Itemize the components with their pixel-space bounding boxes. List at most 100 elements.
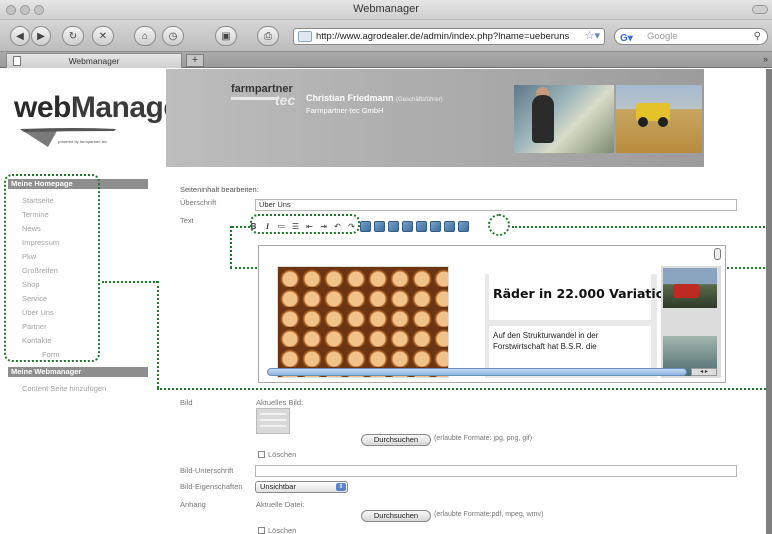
source-icon[interactable] [458,220,469,232]
browser-toolbar: ◀ ▶ ↻ ✕ ⌂ ◷ ▣ ⎙ http://www.agrodealer.de… [0,20,772,52]
window-title: Webmanager [353,3,419,15]
farmpartner-logo: farmpartner tec [231,83,299,111]
webmanager-logo: webManager powered by farmpartner-tec [0,69,191,175]
delete-file-checkbox[interactable] [258,527,265,534]
clock-icon: ◷ [168,30,178,42]
back-arrow-icon: ◀ [16,30,24,42]
logo-tagline: powered by farmpartner-tec [58,139,108,144]
editor-horizontal-scrollbar[interactable] [267,368,687,376]
toolbar-toggle-button[interactable] [752,5,768,14]
browse-file-button[interactable]: Durchsuchen [361,510,431,522]
header-photo-business [514,85,614,153]
bold-button[interactable]: B [248,221,259,232]
unordered-list-icon[interactable]: ☰ [290,221,301,232]
delete-image-checkbox[interactable] [258,451,265,458]
bookmark-star-icon[interactable]: ☆▾ [585,29,600,44]
highlight-image-button [488,214,510,236]
anchor-icon[interactable] [388,220,399,232]
highlight-connector [157,281,159,388]
site-icon [298,31,312,42]
search-placeholder: Google [647,31,678,42]
print-icon: ⎙ [264,30,272,42]
editor-image-logs [277,266,449,378]
scroll-arrows-icon[interactable]: ◂ ▸ [691,368,717,376]
select-arrows-icon: ⇕ [336,483,346,491]
delete-image-label: Löschen [268,450,297,459]
screen-button[interactable]: ▣ [215,26,237,46]
forward-button[interactable]: ▶ [31,26,51,46]
address-bar[interactable]: http://www.agrodealer.de/admin/index.php… [293,28,605,45]
form-heading: Seiteninhalt bearbeiten: [180,185,259,194]
browser-window: Webmanager ◀ ▶ ↻ ✕ ⌂ ◷ ▣ ⎙ http://www.ag… [0,0,772,534]
select-value: Unsichtbar [260,482,296,491]
contact-name: Christian Friedmann (Geschäftsführer) [306,93,443,103]
home-icon: ⌂ [141,30,149,42]
undo-icon[interactable]: ↶ [332,221,343,232]
highlight-connector [512,226,769,228]
link-icon[interactable] [360,220,371,232]
logo-web: web [14,91,71,124]
history-button[interactable]: ◷ [162,26,184,46]
search-icon[interactable]: ⚲ [754,29,761,44]
indent-icon[interactable]: ⇥ [318,221,329,232]
title-bar: Webmanager [0,0,772,20]
insert-image-icon[interactable] [444,220,455,232]
copy-icon[interactable] [416,220,427,232]
delete-file-label: Löschen [268,526,297,534]
tab-list-icon[interactable]: » [763,54,768,64]
tab-label: Webmanager [68,56,120,66]
contact-role: (Geschäftsführer) [396,97,443,103]
paste-icon[interactable] [430,220,441,232]
window-edge [766,69,772,534]
forward-arrow-icon: ▶ [37,30,45,42]
browse-image-button[interactable]: Durchsuchen [361,434,431,446]
page-content: webManager powered by farmpartner-tec fa… [0,69,772,534]
tab-bar: Webmanager + » [0,52,772,68]
sidebar-item-add-content[interactable]: Content Seite hinzufügen [22,384,106,393]
italic-button[interactable]: I [262,221,273,232]
redo-icon[interactable]: ↷ [346,221,357,232]
highlight-connector [102,281,158,283]
company-name: Farmpartner-tec GmbH [306,106,384,115]
label-headline: Überschrift [180,198,217,207]
label-attachment: Anhang [180,500,206,509]
unlink-icon[interactable] [374,220,385,232]
headline-input[interactable]: Über Uns [255,199,737,211]
logo-swoosh-icon [20,128,116,147]
new-tab-button[interactable]: + [186,54,204,67]
ordered-list-icon[interactable]: ≔ [276,221,287,232]
outdent-icon[interactable]: ⇤ [304,221,315,232]
editor-article-body: Auf den Strukturwandel in der Forstwirts… [493,331,599,351]
caption-input[interactable] [255,465,737,477]
label-properties: Bild-Eigenschaften [180,482,243,491]
current-image-label: Aktuelles Bild: [256,398,304,407]
tab-webmanager[interactable]: Webmanager [6,53,182,68]
print-button[interactable]: ⎙ [257,26,279,46]
current-image-thumbnail [256,408,290,434]
editor-image-tractor [663,268,717,308]
highlight-connector [230,226,232,268]
search-field[interactable]: G▾ Google ⚲ [614,28,768,45]
image-properties-select[interactable]: Unsichtbar ⇕ [255,481,348,493]
rich-text-editor[interactable]: Räder in 22.000 Variationen. Auf den Str… [258,245,726,383]
label-image: Bild [180,398,193,407]
home-button[interactable]: ⌂ [134,26,156,46]
highlight-sidebar-menu [4,174,100,362]
highlight-connector [157,388,769,390]
editor-toolbar: B I ≔ ☰ ⇤ ⇥ ↶ ↷ [248,219,469,233]
image-formats-hint: (erlaubte Formate: jpg, png, gif) [434,435,533,442]
header-photo-harvester [616,85,702,153]
google-icon: G▾ [620,33,633,44]
sidebar-section-webmanager: Meine Webmanager [8,367,148,377]
table-icon[interactable] [402,220,413,232]
label-text: Text [180,216,194,225]
reload-button[interactable]: ↻ [62,26,84,46]
editor-scroll-handle[interactable] [714,248,721,260]
stop-button[interactable]: ✕ [92,26,114,46]
label-caption: Bild-Unterschrift [180,466,234,475]
screen-icon: ▣ [221,30,231,42]
brand-suffix: tec [275,92,296,108]
back-button[interactable]: ◀ [10,26,30,46]
reload-icon: ↻ [68,30,78,42]
page-header: farmpartner tec Christian Friedmann (Ges… [166,69,704,167]
